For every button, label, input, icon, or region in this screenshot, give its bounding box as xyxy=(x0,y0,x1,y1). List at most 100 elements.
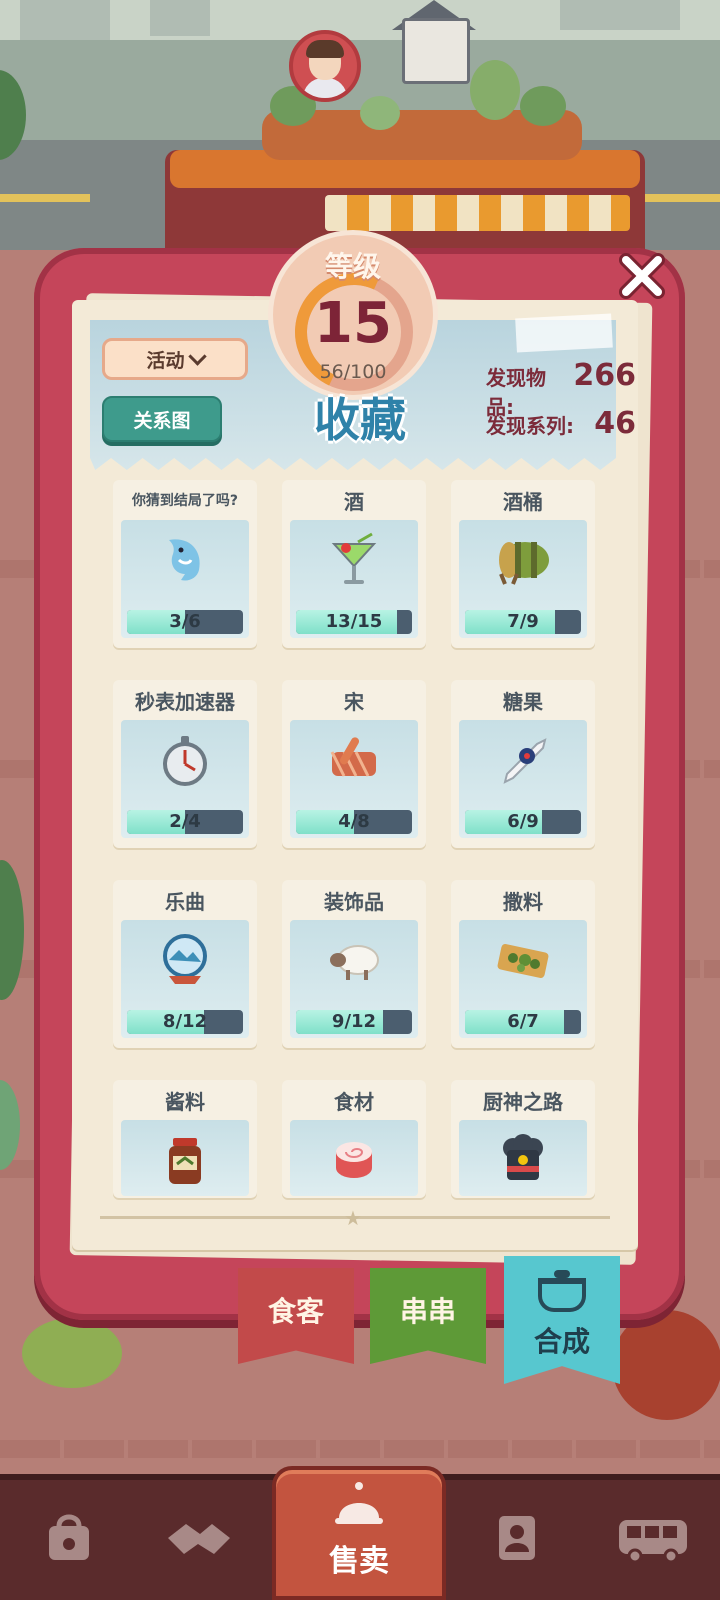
player-avatar[interactable] xyxy=(289,30,361,102)
collection-progress-text: 7/9 xyxy=(507,611,539,632)
collection-progress-text: 3/6 xyxy=(169,611,201,632)
candy-icon xyxy=(493,730,553,790)
stat-series-found: 发现系列: 46 xyxy=(486,406,636,454)
collection-art xyxy=(459,1120,587,1196)
handshake-icon xyxy=(168,1524,230,1554)
collection-title: 宋 xyxy=(344,690,364,714)
tab-skewers[interactable]: 串串 xyxy=(370,1268,486,1364)
discovery-stats: 发现物品: 266 发现系列: 46 xyxy=(486,358,636,454)
collection-title: 你猜到结局了吗? xyxy=(131,493,239,509)
collection-progress-text: 4/8 xyxy=(338,811,370,832)
collection-art: 2/4 xyxy=(121,720,249,838)
collection-progress-text: 6/9 xyxy=(507,811,539,832)
collection-progress-text: 9/12 xyxy=(331,1011,377,1032)
stat-value: 266 xyxy=(573,358,636,393)
collection-tile[interactable]: 秒表加速器 2/4 xyxy=(113,680,257,848)
collection-tile[interactable]: 乐曲 8/12 xyxy=(113,880,257,1048)
collection-progress-bar: 8/12 xyxy=(127,1010,243,1034)
chevron-down-icon xyxy=(187,346,207,366)
collection-art: 7/9 xyxy=(459,520,587,638)
collection-art: 13/15 xyxy=(290,520,418,638)
collection-title: 秒表加速器 xyxy=(135,690,235,714)
service-bell-icon xyxy=(335,1482,383,1524)
collection-progress-text: 6/7 xyxy=(507,1011,539,1032)
level-value: 15 xyxy=(314,291,392,356)
scroll-icon xyxy=(324,730,384,790)
close-button[interactable] xyxy=(614,248,670,304)
level-progress-text: 56/100 xyxy=(319,361,387,383)
dolphin-icon xyxy=(155,530,215,590)
stat-label: 发现系列: xyxy=(486,414,574,438)
nav-profile[interactable] xyxy=(462,1488,572,1588)
collection-progress-bar: 2/4 xyxy=(127,810,243,834)
collection-title: 装饰品 xyxy=(324,890,384,914)
filter-label: 活动 xyxy=(146,349,185,372)
collection-progress-text: 8/12 xyxy=(162,1011,208,1032)
collection-art xyxy=(290,1120,418,1196)
collection-progress-bar: 4/8 xyxy=(296,810,412,834)
collection-progress-bar: 13/15 xyxy=(296,610,412,634)
collection-title: 厨神之路 xyxy=(483,1090,563,1114)
collection-tile[interactable]: 装饰品 9/12 xyxy=(282,880,426,1048)
collection-tile[interactable]: 你猜到结局了吗? 3/6 xyxy=(113,480,257,648)
stat-value: 46 xyxy=(594,406,636,441)
filter-dropdown[interactable]: 活动 xyxy=(102,338,248,380)
sauce-jar-icon xyxy=(155,1130,215,1190)
collection-art: 8/12 xyxy=(121,920,249,1038)
collection-tile[interactable]: 厨神之路 xyxy=(451,1080,595,1198)
collection-art: 9/12 xyxy=(290,920,418,1038)
tab-crafting[interactable]: 合成 xyxy=(504,1256,620,1384)
collection-progress-text: 2/4 xyxy=(169,811,201,832)
level-badge: 等级 15 56/100 xyxy=(268,230,438,408)
collection-progress-bar: 6/7 xyxy=(465,1010,581,1034)
nav-bus[interactable] xyxy=(598,1488,708,1588)
collection-tile[interactable]: 宋 4/8 xyxy=(282,680,426,848)
collection-art: 6/7 xyxy=(459,920,587,1038)
snow-globe-icon xyxy=(155,930,215,990)
profile-card-icon xyxy=(499,1516,535,1560)
nav-bag[interactable] xyxy=(14,1488,124,1588)
collection-tile[interactable]: 撒料 6/7 xyxy=(451,880,595,1048)
star-ornament-icon: ★ xyxy=(344,1206,362,1230)
tape-decoration xyxy=(515,313,613,353)
collection-tile[interactable]: 食材 xyxy=(282,1080,426,1198)
seasoning-tray-icon xyxy=(493,930,553,990)
collection-art xyxy=(121,1120,249,1196)
collection-title: 糖果 xyxy=(503,690,543,714)
nav-partners[interactable] xyxy=(144,1488,254,1588)
tab-label: 食客 xyxy=(267,1295,324,1328)
collection-title: 酒 xyxy=(344,490,364,514)
collection-progress-bar: 7/9 xyxy=(465,610,581,634)
collection-tile[interactable]: 酒桶 7/9 xyxy=(451,480,595,648)
collection-art: 6/9 xyxy=(459,720,587,838)
collection-title: 酒桶 xyxy=(503,490,543,514)
tab-diners[interactable]: 食客 xyxy=(238,1268,354,1364)
collection-tile[interactable]: 糖果 6/9 xyxy=(451,680,595,848)
pot-icon xyxy=(538,1278,586,1312)
collection-title: 乐曲 xyxy=(165,890,205,914)
sheep-icon xyxy=(324,930,384,990)
collection-title: 酱料 xyxy=(165,1090,205,1114)
nav-sell-label: 售卖 xyxy=(329,1544,389,1579)
page-title: 收藏 xyxy=(314,393,406,447)
nav-sell[interactable]: 售卖 xyxy=(272,1466,446,1600)
tab-label: 串串 xyxy=(399,1295,456,1328)
stopwatch-icon xyxy=(155,730,215,790)
collection-tile[interactable]: 酱料 xyxy=(113,1080,257,1198)
fish-cake-icon xyxy=(324,1130,384,1190)
collection-art: 3/6 xyxy=(121,520,249,638)
level-title: 等级 xyxy=(324,250,381,283)
collection-title: 食材 xyxy=(334,1090,374,1114)
bus-icon xyxy=(619,1520,687,1564)
collection-progress-bar: 6/9 xyxy=(465,810,581,834)
collection-tile[interactable]: 酒 13/15 xyxy=(282,480,426,648)
collection-progress-text: 13/15 xyxy=(325,611,383,632)
collection-progress-bar: 9/12 xyxy=(296,1010,412,1034)
bag-icon xyxy=(49,1514,89,1560)
cocktail-icon xyxy=(324,530,384,590)
collection-progress-bar: 3/6 xyxy=(127,610,243,634)
barrel-icon xyxy=(493,530,553,590)
stat-items-found: 发现物品: 266 xyxy=(486,358,636,419)
collection-art: 4/8 xyxy=(290,720,418,838)
relation-map-button[interactable]: 关系图 xyxy=(102,396,222,442)
